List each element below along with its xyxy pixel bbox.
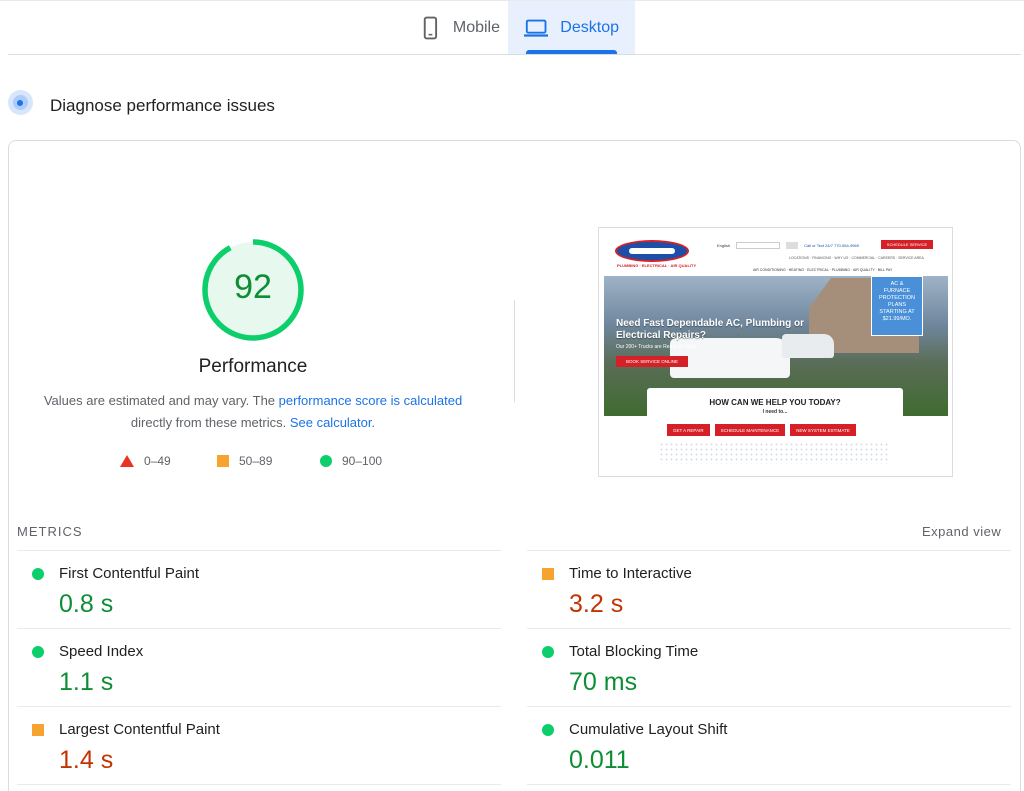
hero-book-button: BOOK SERVICE ONLINE: [616, 356, 688, 367]
metric-cumulative-layout-shift: Cumulative Layout Shift 0.011: [542, 708, 1002, 786]
metric-value: 0.011: [569, 746, 630, 774]
site-phone: Call or Text 24/7 770-594-9969: [804, 243, 859, 248]
hero-subline: Our 200+ Trucks are Ready to Help!: [616, 344, 697, 350]
metric-label: Largest Contentful Paint: [59, 721, 220, 738]
vertical-divider: [514, 300, 515, 402]
legend-poor-label: 0–49: [144, 454, 171, 468]
device-tabbar: Mobile Desktop: [8, 0, 1021, 55]
legend-average: 50–89: [217, 453, 272, 469]
help-heading: HOW CAN WE HELP YOU TODAY?: [709, 398, 841, 407]
legend-average-label: 50–89: [239, 454, 273, 468]
dot-pattern: [659, 442, 889, 464]
site-nav-primary: AIR CONDITIONING · HEATING · ELECTRICAL …: [753, 268, 893, 272]
metrics-divider: [527, 550, 1011, 551]
help-box: HOW CAN WE HELP YOU TODAY? I need to...: [647, 388, 903, 446]
section-title: Diagnose performance issues: [50, 96, 275, 115]
average-status-icon: [542, 568, 554, 580]
tab-mobile[interactable]: Mobile: [404, 1, 516, 54]
metric-label: First Contentful Paint: [59, 565, 200, 582]
hero-promo: AC & FURNACE PROTECTION PLANS STARTING A…: [871, 276, 923, 336]
site-topbar: English Call or Text 24/7 770-594-9969: [717, 242, 859, 249]
metric-value: 1.4 s: [59, 746, 114, 774]
metric-value: 70 ms: [569, 668, 638, 696]
performance-description: Values are estimated and may vary. The p…: [40, 390, 466, 434]
performance-label: Performance: [198, 356, 308, 377]
site-nav-secondary: LOCATIONS · FINANCING · WHY US · COMMERC…: [789, 256, 924, 260]
desc-text-1: Values are estimated and may vary. The: [43, 393, 279, 408]
site-search-button: [786, 242, 799, 249]
site-language: English: [717, 243, 731, 248]
square-icon: [217, 455, 229, 467]
average-status-icon: [32, 724, 44, 736]
metric-value: 0.8 s: [59, 590, 114, 618]
metric-label: Cumulative Layout Shift: [569, 721, 728, 738]
metrics-divider: [17, 550, 501, 551]
cta-repair: GET A REPAIR: [667, 424, 710, 436]
metric-value: 1.1 s: [59, 668, 114, 696]
desc-text-2: directly from these metrics.: [130, 415, 290, 430]
site-logo: [615, 240, 689, 262]
good-status-icon: [32, 568, 44, 580]
tab-mobile-label: Mobile: [452, 18, 500, 36]
hero-headline: Need Fast Dependable AC, Plumbing or Ele…: [616, 318, 804, 341]
smartphone-icon: [423, 16, 438, 39]
diagnose-icon: [8, 90, 33, 115]
site-tagline: PLUMBING · ELECTRICAL · AIR QUALITY: [617, 263, 697, 268]
good-status-icon: [542, 724, 554, 736]
help-ctas: GET A REPAIR SCHEDULE MAINTENANCE NEW SY…: [667, 424, 856, 436]
help-need: I need to...: [762, 409, 788, 415]
laptop-icon: [524, 19, 549, 37]
see-calculator-link[interactable]: See calculator.: [290, 415, 375, 430]
metric-largest-contentful-paint: Largest Contentful Paint 1.4 s: [32, 708, 492, 786]
metric-time-to-interactive: Time to Interactive 3.2 s: [542, 552, 1002, 630]
site-search-box: [736, 242, 781, 249]
diagnose-heading: Diagnose performance issues: [8, 90, 275, 115]
good-status-icon: [542, 646, 554, 658]
tab-desktop-label: Desktop: [560, 18, 619, 36]
tab-desktop[interactable]: Desktop: [508, 1, 635, 54]
circle-icon: [320, 455, 332, 467]
metric-speed-index: Speed Index 1.1 s: [32, 630, 492, 708]
cta-estimate: NEW SYSTEM ESTIMATE: [790, 424, 856, 436]
metric-label: Speed Index: [59, 643, 144, 660]
tab-active-indicator: [526, 50, 617, 54]
legend-good-label: 90–100: [342, 454, 383, 468]
metric-first-contentful-paint: First Contentful Paint 0.8 s: [32, 552, 492, 630]
good-status-icon: [32, 646, 44, 658]
legend-good: 90–100: [320, 453, 382, 469]
final-screenshot: PLUMBING · ELECTRICAL · AIR QUALITY Engl…: [598, 227, 953, 477]
metric-total-blocking-time: Total Blocking Time 70 ms: [542, 630, 1002, 708]
metric-label: Time to Interactive: [569, 565, 692, 582]
metric-label: Total Blocking Time: [569, 643, 699, 660]
cta-maintenance: SCHEDULE MAINTENANCE: [714, 424, 786, 436]
performance-score: 92: [234, 268, 272, 306]
expand-view-toggle[interactable]: Expand view: [922, 524, 1001, 539]
triangle-icon: [120, 455, 134, 467]
site-schedule-button: SCHEDULE SERVICE: [881, 240, 933, 249]
metrics-header: METRICS: [17, 524, 83, 539]
legend-poor: 0–49: [120, 453, 171, 469]
score-calculated-link[interactable]: performance score is calculated: [279, 393, 463, 408]
metric-value: 3.2 s: [569, 590, 624, 618]
